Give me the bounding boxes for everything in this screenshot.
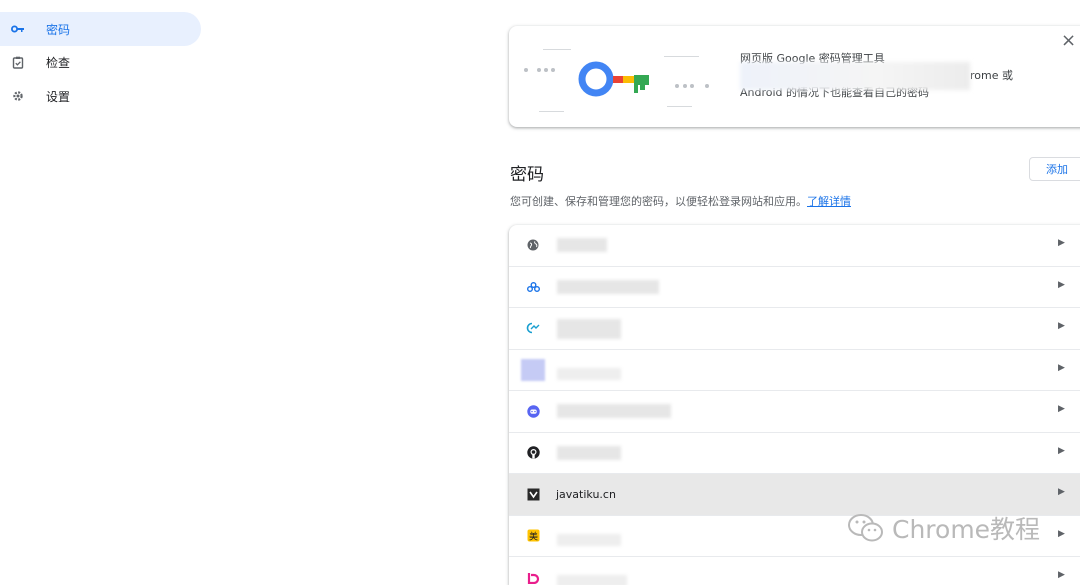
password-row[interactable]: ▶ bbox=[509, 557, 1080, 585]
discord-icon bbox=[526, 404, 540, 418]
chevron-right-icon: ▶ bbox=[1058, 445, 1065, 456]
promo-illustration bbox=[524, 49, 709, 112]
learn-more-link[interactable]: 了解详情 bbox=[807, 195, 851, 208]
site-icon bbox=[526, 280, 540, 294]
sidebar: 密码 检查 设置 bbox=[0, 0, 210, 578]
password-row[interactable]: ▶ bbox=[509, 225, 1080, 267]
meituan-icon: 美 bbox=[526, 529, 540, 543]
watermark: Chrome教程 bbox=[846, 510, 1040, 546]
sidebar-item-settings[interactable]: 设置 bbox=[0, 79, 201, 113]
redacted-text bbox=[740, 62, 970, 90]
password-row[interactable]: ▶ bbox=[509, 350, 1080, 391]
redacted-text bbox=[557, 575, 627, 585]
sidebar-item-label: 设置 bbox=[46, 90, 71, 104]
redacted-text bbox=[557, 533, 621, 546]
chevron-right-icon: ▶ bbox=[1058, 570, 1065, 580]
close-icon[interactable]: × bbox=[1061, 32, 1076, 50]
password-row[interactable]: ▶ bbox=[509, 391, 1080, 433]
watermark-text: Chrome教程 bbox=[892, 515, 1041, 544]
chevron-right-icon: ▶ bbox=[1058, 279, 1065, 290]
gear-icon bbox=[11, 89, 25, 103]
add-password-button[interactable]: 添加 bbox=[1029, 157, 1080, 181]
github-icon bbox=[526, 446, 540, 460]
sidebar-item-checkup[interactable]: 检查 bbox=[0, 45, 201, 79]
password-row[interactable]: ▶ bbox=[509, 267, 1080, 308]
description-text: 您可创建、保存和管理您的密码，以便轻松登录网站和应用。 bbox=[510, 195, 807, 208]
svg-text:美: 美 bbox=[529, 531, 538, 543]
redacted-text bbox=[557, 319, 621, 339]
globe-icon bbox=[526, 238, 540, 252]
page-title: 密码 bbox=[510, 165, 544, 185]
checkup-icon bbox=[11, 55, 25, 69]
redacted-text bbox=[557, 445, 621, 460]
redacted-text bbox=[557, 367, 621, 380]
site-icon bbox=[526, 570, 540, 584]
sidebar-item-label: 密码 bbox=[46, 23, 71, 37]
sidebar-item-passwords[interactable]: 密码 bbox=[0, 12, 201, 46]
javatiku-icon bbox=[526, 487, 540, 501]
redacted-text bbox=[557, 279, 659, 294]
sidebar-item-label: 检查 bbox=[46, 56, 71, 70]
site-name: javatiku.cn bbox=[556, 488, 616, 501]
key-icon bbox=[11, 22, 25, 36]
chevron-right-icon: ▶ bbox=[1058, 362, 1065, 373]
chevron-right-icon: ▶ bbox=[1058, 238, 1065, 248]
chevron-right-icon: ▶ bbox=[1058, 487, 1065, 497]
chevron-right-icon: ▶ bbox=[1058, 404, 1065, 414]
chevron-right-icon: ▶ bbox=[1058, 321, 1065, 331]
site-icon bbox=[521, 358, 545, 381]
password-row[interactable]: ▶ bbox=[509, 308, 1080, 350]
wechat-icon bbox=[848, 514, 883, 542]
redacted-text bbox=[557, 238, 607, 252]
chevron-right-icon: ▶ bbox=[1058, 528, 1065, 539]
password-row[interactable]: ▶ bbox=[509, 433, 1080, 474]
page-description: 您可创建、保存和管理您的密码，以便轻松登录网站和应用。了解详情 bbox=[510, 193, 851, 209]
site-icon bbox=[526, 321, 540, 335]
redacted-text bbox=[557, 404, 671, 418]
